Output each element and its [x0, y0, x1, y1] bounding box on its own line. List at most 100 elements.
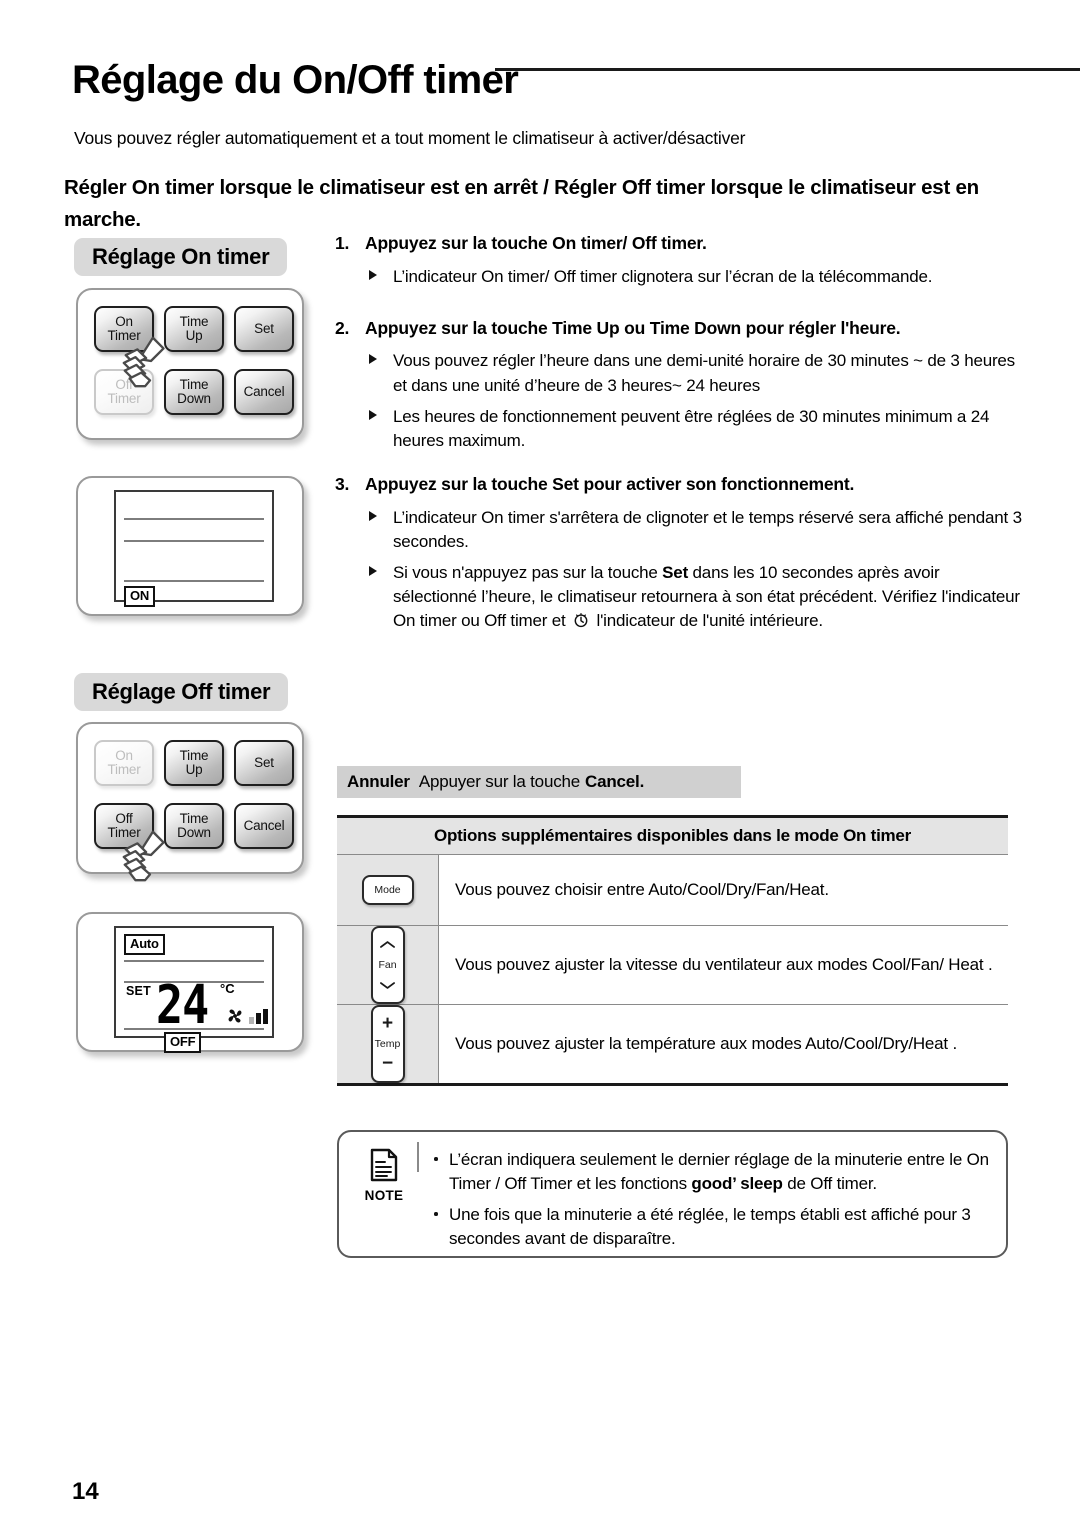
remote-button-line2: Down: [177, 391, 211, 406]
section-badge-off-timer: Réglage Off timer: [74, 673, 289, 711]
note-text-part2: de Off timer.: [782, 1174, 877, 1194]
intro-text: Vous pouvez régler automatiquement et a …: [74, 128, 746, 148]
temp-button-icon[interactable]: + Temp −: [370, 1005, 405, 1083]
minus-icon: −: [381, 1053, 394, 1074]
cancel-instruction-bar: Annuler Appuyer sur la touche Cancel.: [337, 766, 741, 798]
bullet-text-bold: Set: [662, 562, 689, 582]
temp-button-label: Temp: [374, 1038, 401, 1050]
lcd-mode-badge: Auto: [124, 934, 165, 955]
remote-button-line1: Time: [179, 810, 209, 826]
remote-button-line1: Cancel: [243, 383, 285, 399]
remote-button-cancel[interactable]: Cancel: [234, 803, 294, 849]
section-lead-heading: Régler On timer lorsque le climatiseur e…: [64, 176, 979, 231]
remote-button-line1: Time: [179, 747, 209, 763]
note-text-part1: Une fois que la minuterie a été réglée, …: [449, 1205, 971, 1249]
bullet-text-part3: l'indicateur de l'unité intérieure.: [592, 611, 824, 630]
cancel-button-name: Cancel.: [585, 772, 645, 791]
step-title: Appuyez sur la touche On timer/ Off time…: [365, 233, 707, 253]
remote-button-on-timer[interactable]: On Timer: [94, 306, 154, 352]
lcd-screen: Auto SET 24 °C OFF: [114, 926, 274, 1053]
step-2-bullet-2: Les heures de fonctionnement peuvent êtr…: [335, 405, 1025, 453]
triangle-bullet-icon: [369, 565, 377, 576]
options-table: Options supplémentaires disponibles dans…: [337, 815, 1008, 1086]
instruction-steps: 1. Appuyez sur la touche On timer/ Off t…: [335, 232, 1025, 640]
bullet-dot-icon: [434, 1212, 438, 1216]
note-item: L’écran indiquera seulement le dernier r…: [431, 1148, 992, 1196]
lcd-temperature-unit: °C: [220, 981, 235, 996]
options-text-cell: Vous pouvez choisir entre Auto/Cool/Dry/…: [439, 855, 1008, 925]
bullet-text: Vous pouvez régler l’heure dans une demi…: [393, 351, 1015, 395]
bullet-text: L’indicateur On timer s'arrêtera de clig…: [393, 507, 1022, 551]
note-divider: [417, 1142, 419, 1172]
manual-page: Réglage du On/Off timer Vous pouvez régl…: [0, 0, 1080, 1532]
cancel-label: Annuler: [347, 772, 410, 791]
options-icon-cell: + Temp −: [337, 1005, 439, 1083]
remote-button-on-timer[interactable]: On Timer: [94, 740, 154, 786]
note-text-bold: good’ sleep: [691, 1174, 783, 1194]
step-number: 2.: [335, 317, 350, 338]
step-3-bullet-2: Si vous n'appuyez pas sur la touche Set …: [335, 561, 1025, 633]
step-title: Appuyez sur la touche Time Up ou Time Do…: [365, 317, 901, 338]
remote-button-line2: Timer: [107, 391, 141, 406]
bullet-text: L’indicateur On timer/ Off timer clignot…: [393, 266, 933, 286]
remote-button-line1: Off: [115, 810, 133, 826]
options-icon-cell: Mode: [337, 855, 439, 925]
cancel-text: Appuyer sur la touche: [418, 772, 581, 791]
remote-button-line2: Up: [185, 328, 203, 343]
lcd-display-off-timer: Auto SET 24 °C OFF: [76, 912, 304, 1053]
lcd-screen: ON: [114, 490, 274, 607]
bullet-text: Les heures de fonctionnement peuvent êtr…: [393, 406, 990, 450]
page-number: 14: [72, 1478, 99, 1505]
options-icon-cell: Fan: [337, 926, 439, 1004]
remote-button-line1: Time: [179, 376, 209, 392]
remote-button-set[interactable]: Set: [234, 740, 294, 786]
remote-button-line1: Set: [254, 754, 274, 770]
step-2: 2. Appuyez sur la touche Time Up ou Time…: [335, 317, 1025, 341]
remote-button-line1: Time: [179, 313, 209, 329]
remote-button-line2: Timer: [107, 328, 141, 343]
table-row: Fan Vous pouvez ajuster la vitesse du ve…: [337, 926, 1008, 1005]
remote-button-line2: Timer: [107, 762, 141, 777]
note-box: NOTE L’écran indiquera seulement le dern…: [337, 1130, 1008, 1258]
section-badge-on-timer: Réglage On timer: [74, 238, 288, 276]
remote-button-off-timer[interactable]: Off Timer: [94, 369, 154, 415]
remote-button-line2: Timer: [107, 825, 141, 840]
note-item: Une fois que la minuterie a été réglée, …: [431, 1203, 992, 1251]
remote-button-off-timer[interactable]: Off Timer: [94, 803, 154, 849]
chevron-down-icon: [380, 982, 395, 989]
remote-button-time-down[interactable]: Time Down: [164, 803, 224, 849]
lcd-display-on-timer: ON: [76, 476, 304, 616]
triangle-bullet-icon: [369, 510, 377, 521]
mode-button-label: Mode: [374, 884, 401, 896]
mode-button-icon[interactable]: Mode: [361, 875, 414, 905]
note-icon-group: NOTE: [353, 1148, 415, 1203]
note-label: NOTE: [364, 1188, 404, 1203]
bullet-text-part1: Si vous n'appuyez pas sur la touche: [393, 562, 663, 582]
lcd-set-label: SET: [126, 984, 151, 998]
step-2-bullet-1: Vous pouvez régler l’heure dans une demi…: [335, 349, 1025, 397]
triangle-bullet-icon: [369, 269, 377, 280]
remote-button-line1: On: [115, 747, 133, 763]
remote-button-time-down[interactable]: Time Down: [164, 369, 224, 415]
step-3-bullet-1: L’indicateur On timer s'arrêtera de clig…: [335, 506, 1025, 554]
remote-button-set[interactable]: Set: [234, 306, 294, 352]
lcd-indicator-on: ON: [124, 586, 156, 607]
remote-button-line1: Off: [115, 376, 133, 392]
document-note-icon: [370, 1148, 398, 1182]
timer-clock-icon: [574, 612, 588, 628]
step-title: Appuyez sur la touche Set pour activer s…: [365, 473, 855, 494]
step-number: 3.: [335, 473, 350, 494]
triangle-bullet-icon: [369, 354, 377, 365]
fan-button-icon[interactable]: Fan: [370, 926, 405, 1004]
remote-button-line1: Set: [254, 320, 274, 336]
remote-diagram-off-timer: On Timer Time Up Set Off Timer Time Down…: [76, 722, 304, 882]
remote-button-time-up[interactable]: Time Up: [164, 306, 224, 352]
fan-button-label: Fan: [378, 959, 397, 971]
remote-button-time-up[interactable]: Time Up: [164, 740, 224, 786]
remote-button-line1: Cancel: [243, 817, 285, 833]
triangle-bullet-icon: [369, 409, 377, 420]
remote-button-cancel[interactable]: Cancel: [234, 369, 294, 415]
page-title: Réglage du On/Off timer: [72, 58, 519, 102]
title-rule: [495, 68, 1080, 71]
options-text-cell: Vous pouvez ajuster la température aux m…: [439, 1005, 1008, 1083]
